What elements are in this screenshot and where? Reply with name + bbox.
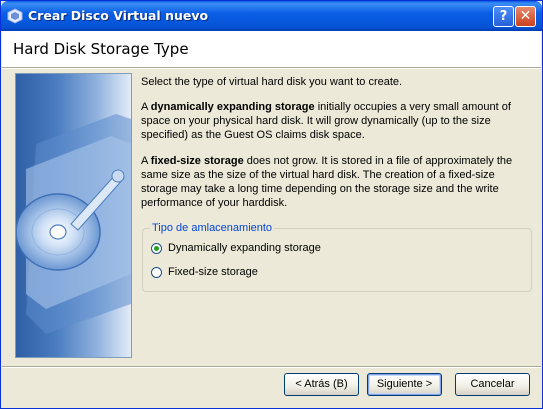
radio-fixed-storage[interactable]: Fixed-size storage: [151, 266, 258, 278]
dialog-window: Crear Disco Virtual nuevo ? ✕ Hard Disk …: [0, 0, 543, 409]
page-title: Hard Disk Storage Type: [13, 40, 189, 58]
back-button[interactable]: < Atrás (B): [284, 373, 359, 396]
virtualbox-app-icon: [7, 8, 23, 24]
radio-dynamic-storage[interactable]: Dynamically expanding storage: [151, 242, 321, 254]
radio-dynamic-label[interactable]: Dynamically expanding storage: [168, 242, 321, 254]
dynamic-description: A dynamically expanding storage initiall…: [141, 100, 531, 142]
storage-type-label: Tipo de amlacenamiento: [150, 222, 275, 234]
hard-disk-icon: [16, 114, 131, 334]
storage-type-groupbox: [142, 228, 532, 292]
next-button[interactable]: Siguiente >: [367, 373, 442, 396]
fixed-description: A fixed-size storage does not grow. It i…: [141, 154, 531, 210]
header-divider: [2, 67, 541, 69]
dynamic-term: dynamically expanding storage: [150, 101, 315, 113]
fixed-prefix: A: [141, 155, 151, 167]
window-title: Crear Disco Virtual nuevo: [28, 8, 209, 23]
close-button[interactable]: ✕: [515, 6, 536, 27]
footer-divider: [2, 366, 541, 368]
wizard-header: Hard Disk Storage Type: [2, 31, 541, 67]
radio-button-checked[interactable]: [151, 242, 162, 254]
help-button[interactable]: ?: [493, 6, 514, 27]
fixed-term: fixed-size storage: [150, 155, 244, 167]
radio-button-unchecked[interactable]: [151, 266, 162, 278]
title-bar[interactable]: Crear Disco Virtual nuevo ? ✕: [1, 1, 542, 31]
intro-text: Select the type of virtual hard disk you…: [141, 76, 403, 88]
dynamic-prefix: A: [141, 101, 151, 113]
cancel-button[interactable]: Cancelar: [455, 373, 530, 396]
radio-fixed-label[interactable]: Fixed-size storage: [168, 266, 258, 278]
hard-disk-illustration: [15, 73, 132, 358]
